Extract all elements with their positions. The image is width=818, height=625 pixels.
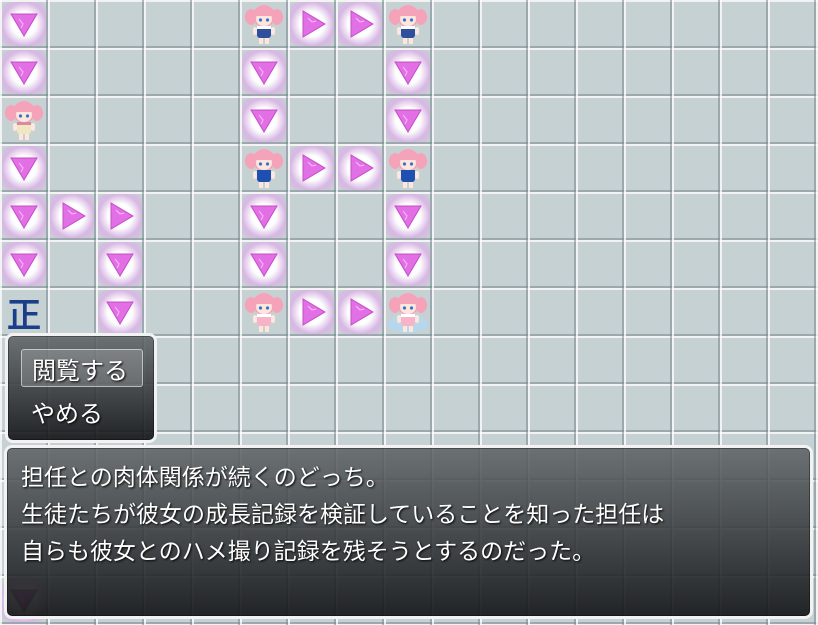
arrow-right-icon	[302, 298, 326, 326]
arrow-tile	[336, 288, 384, 336]
arrow-tile	[0, 0, 48, 48]
arrow-tile	[240, 96, 288, 144]
arrow-tile	[384, 48, 432, 96]
arrow-tile	[288, 144, 336, 192]
character-sprite	[0, 96, 48, 144]
arrow-down-icon	[106, 253, 134, 277]
message-line: 担任との肉体関係が続くのどっち。	[21, 465, 389, 491]
arrow-tile	[48, 192, 96, 240]
arrow-down-icon	[10, 253, 38, 277]
message-line: 自らも彼女とのハメ撮り記録を残そうとするのだった。	[21, 539, 596, 565]
arrow-tile	[0, 48, 48, 96]
girl-character-icon	[245, 149, 283, 188]
arrow-tile	[336, 144, 384, 192]
kanji-tile: 正	[7, 295, 41, 336]
arrow-down-icon	[10, 205, 38, 229]
arrow-right-icon	[302, 10, 326, 38]
arrow-right-icon	[350, 10, 374, 38]
arrow-down-icon	[394, 109, 422, 133]
arrow-tile	[0, 144, 48, 192]
arrow-down-icon	[250, 253, 278, 277]
arrow-down-icon	[394, 61, 422, 85]
arrow-right-icon	[302, 154, 326, 182]
arrow-tile	[240, 240, 288, 288]
girl-character-icon	[388, 293, 428, 333]
arrow-tile	[0, 192, 48, 240]
girl-character-icon	[5, 101, 43, 140]
arrow-right-icon	[110, 202, 134, 230]
character-sprite	[384, 288, 432, 336]
arrow-tile	[384, 96, 432, 144]
character-sprite	[384, 0, 432, 48]
arrow-right-icon	[350, 298, 374, 326]
arrow-down-icon	[250, 61, 278, 85]
arrow-tile	[96, 240, 144, 288]
arrow-down-icon	[10, 13, 38, 37]
arrow-right-icon	[62, 202, 86, 230]
message-window: 担任との肉体関係が続くのどっち。 生徒たちが彼女の成長記録を検証していることを知…	[4, 445, 813, 619]
girl-character-icon	[245, 5, 283, 44]
arrow-tile	[288, 0, 336, 48]
girl-character-icon	[245, 293, 283, 332]
character-sprite	[384, 144, 432, 192]
girl-character-icon	[389, 149, 427, 188]
arrow-down-icon	[394, 253, 422, 277]
choice-cancel[interactable]: やめる	[21, 392, 141, 430]
arrow-down-icon	[10, 61, 38, 85]
arrow-tile	[96, 192, 144, 240]
arrow-down-icon	[10, 157, 38, 181]
character-sprite	[240, 288, 288, 336]
message-line: 生徒たちが彼女の成長記録を検証していることを知った担任は	[21, 502, 665, 528]
girl-character-icon	[389, 5, 427, 44]
arrow-down-icon	[394, 205, 422, 229]
arrow-right-icon	[350, 154, 374, 182]
arrow-tile	[240, 192, 288, 240]
arrow-down-icon	[106, 301, 134, 325]
character-sprite	[240, 0, 288, 48]
arrow-tile	[384, 240, 432, 288]
arrow-tile	[288, 288, 336, 336]
choice-window: 閲覧する やめる	[5, 333, 157, 443]
arrow-down-icon	[250, 205, 278, 229]
arrow-tile	[384, 192, 432, 240]
arrow-tile	[96, 288, 144, 336]
arrow-tile	[240, 48, 288, 96]
choice-view[interactable]: 閲覧する	[21, 349, 143, 387]
arrow-tile	[0, 240, 48, 288]
character-sprite	[240, 144, 288, 192]
arrow-tile	[336, 0, 384, 48]
arrow-down-icon	[250, 109, 278, 133]
